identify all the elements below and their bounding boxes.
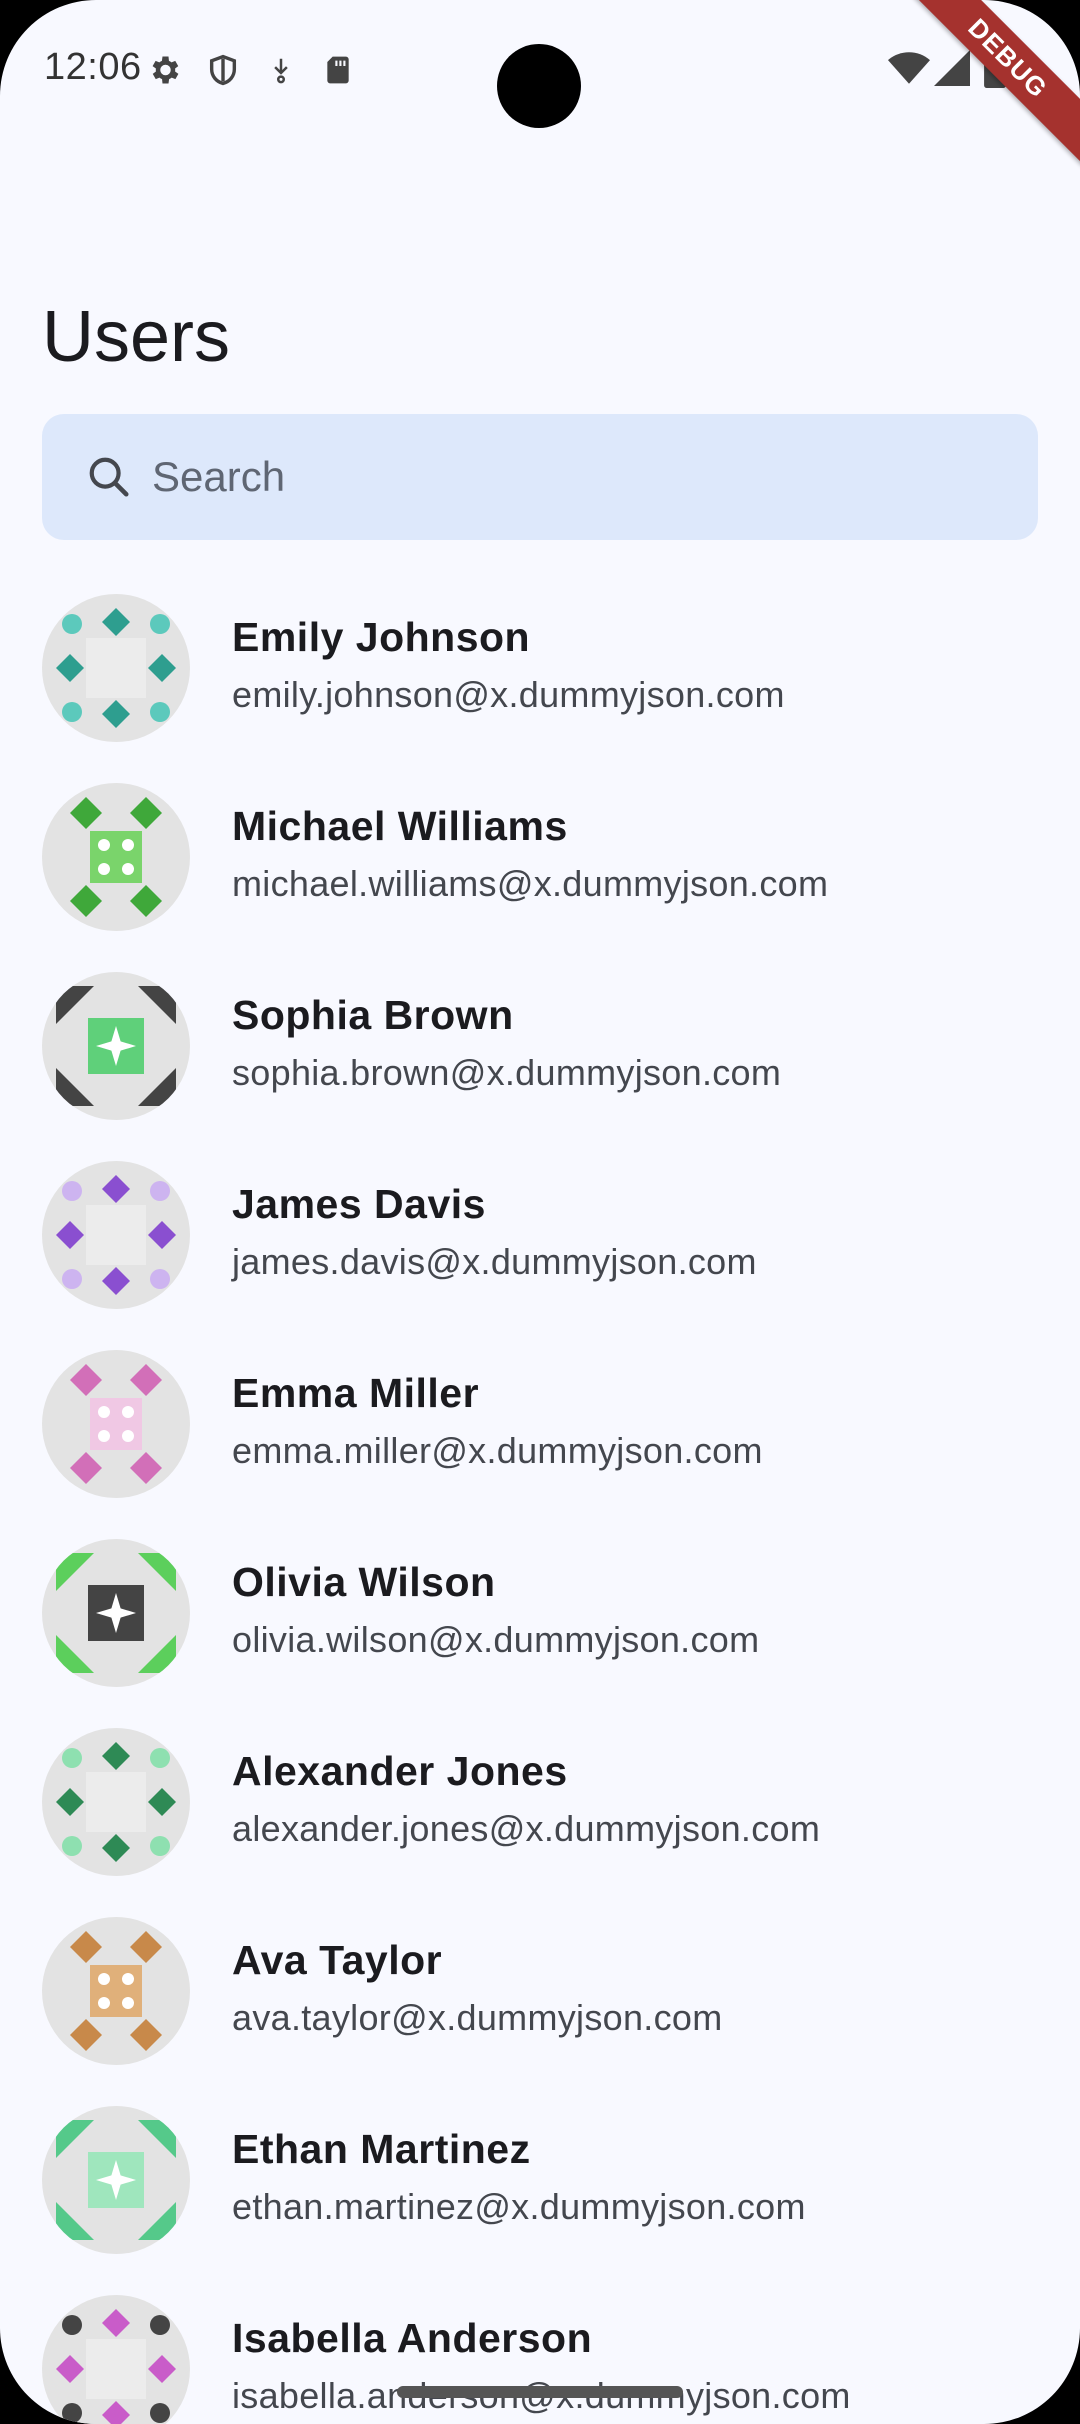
user-name: Olivia Wilson [232,1559,496,1605]
user-name: Emily Johnson [232,614,531,660]
user-list-item[interactable]: James Davis james.davis@x.dummyjson.com [0,1147,1080,1336]
avatar-identicon [56,1553,176,1673]
user-list-item[interactable]: Olivia Wilson olivia.wilson@x.dummyjson.c… [0,1525,1080,1714]
user-email: emily.johnson@x.dummyjson.com [232,674,785,715]
user-name: Sophia Brown [232,992,514,1038]
avatar-identicon [56,986,176,1106]
user-email: emma.miller@x.dummyjson.com [232,1430,763,1471]
user-email: alexander.jones@x.dummyjson.com [232,1808,821,1849]
avatar [42,1161,190,1309]
search-bar[interactable] [42,414,1038,540]
user-name: Michael Williams [232,803,568,849]
avatar [42,2295,190,2424]
user-list-item[interactable]: Isabella Andersonisabella.anderson@x.dum… [0,2281,1080,2424]
search-icon [86,454,132,505]
user-email: michael.williams@x.dummyjson.com [232,863,829,904]
avatar [42,594,190,742]
avatar-identicon [70,797,162,917]
user-email: sophia.brown@x.dummyjson.com [232,1052,782,1093]
user-list-item[interactable]: Alexander Jones alexander.jones@x.dummyjs… [0,1714,1080,1903]
avatar [42,783,190,931]
user-list-item[interactable]: Emma Miller emma.miller@x.dummyjson.com [0,1336,1080,1525]
user-list-item[interactable]: Ava Taylor ava.taylor@x.dummyjson.com [0,1903,1080,2092]
user-name: Ava Taylor [232,1937,443,1983]
avatar-identicon [56,2309,176,2424]
settings-icon [146,52,182,93]
user-email: olivia.wilson@x.dummyjson.com [232,1619,760,1660]
app-screen: 12:06 DEBUG Users Search Emily Johnson e… [0,0,1080,2424]
avatar [42,972,190,1120]
avatar-identicon [56,2120,176,2240]
user-list-item[interactable]: Sophia Brown sophia.brown@x.dummyjson.com [0,958,1080,1147]
user-list-item[interactable]: Emily Johnson emily.johnson@x.dummyjson.c… [0,580,1080,769]
avatar-identicon [70,1931,162,2051]
avatar [42,2106,190,2254]
avatar [42,1350,190,1498]
user-name: James Davis [232,1181,486,1227]
avatar [42,1539,190,1687]
user-list-item[interactable]: Michael Williams michael.williams@x.dummy… [0,769,1080,958]
user-email: ethan.martinez@x.dummyjson.com [232,2186,806,2227]
user-list-item[interactable]: Ethan Martinez ethan.martinez@x.dummyjson… [0,2092,1080,2281]
user-name: Emma Miller [232,1370,480,1416]
shield-icon [206,52,240,93]
wifi-icon [888,50,930,91]
page-title: Users [42,297,231,377]
front-camera [497,44,581,128]
avatar [42,1728,190,1876]
home-indicator[interactable] [397,2386,683,2398]
user-email: ava.taylor@x.dummyjson.com [232,1997,723,2038]
avatar-identicon [56,1742,176,1862]
user-email: james.davis@x.dummyjson.com [232,1241,757,1282]
user-name: Alexander Jones [232,1748,568,1794]
avatar [42,1917,190,2065]
search-input[interactable] [152,414,1012,540]
status-bar: 12:06 DEBUG [0,0,1080,166]
user-name: Ethan Martinez [232,2126,531,2172]
avatar-identicon [56,1175,176,1295]
user-name: Isabella Anderson [232,2315,593,2361]
avatar-identicon [56,608,176,728]
avatar-identicon [70,1364,162,1484]
status-time: 12:06 [44,46,142,88]
user-list: Emily Johnson emily.johnson@x.dummyjson.c… [0,580,1080,2424]
signal-icon [934,50,970,91]
download-icon [266,52,296,93]
sd-card-icon [322,52,354,93]
